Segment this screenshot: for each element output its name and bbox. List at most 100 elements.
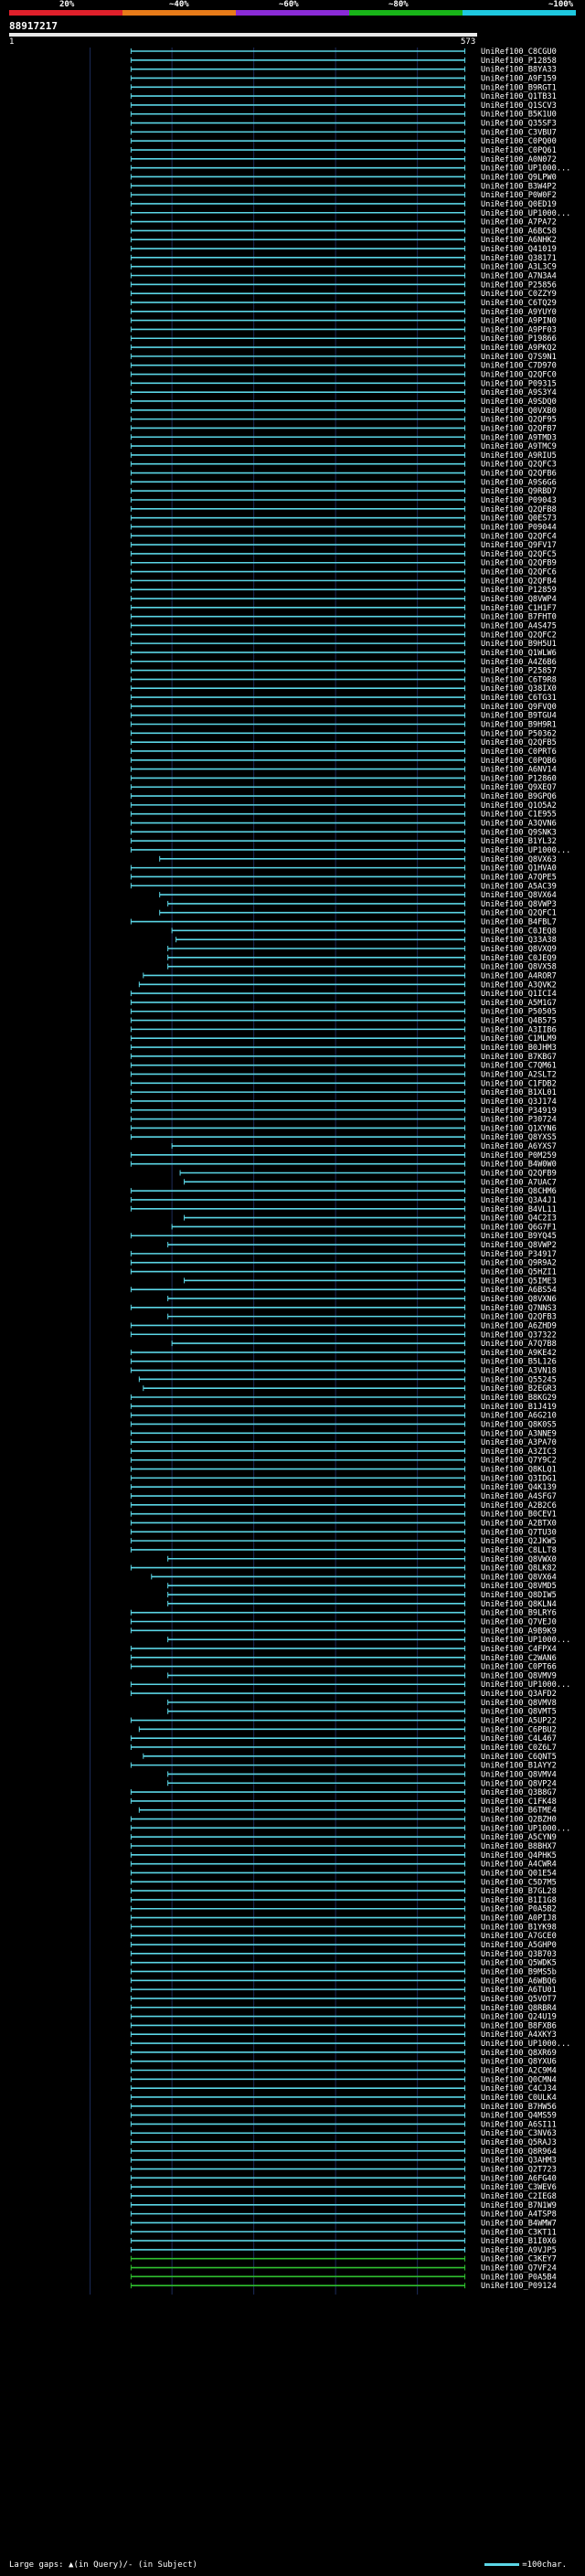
hit-label[interactable]: UniRef100_Q7NNS3 — [481, 1304, 557, 1313]
hit-label[interactable]: UniRef100_B9RGT1 — [481, 83, 557, 92]
hit-label[interactable]: UniRef100_Q8RBR4 — [481, 2004, 557, 2013]
hit-row[interactable]: UniRef100_Q8KLN4 — [167, 1600, 557, 1609]
hit-row[interactable]: UniRef100_A4CWR4 — [130, 1860, 557, 1870]
hit-row[interactable]: UniRef100_C0PRT6 — [130, 747, 557, 757]
hit-row[interactable]: UniRef100_B1J419 — [130, 1403, 557, 1412]
hit-label[interactable]: UniRef100_Q2QFC1 — [481, 909, 557, 918]
hit-row[interactable]: UniRef100_Q24U19 — [130, 2013, 557, 2022]
hit-label[interactable]: UniRef100_Q8VWP4 — [481, 595, 557, 604]
hit-label[interactable]: UniRef100_A3QVN6 — [481, 820, 557, 829]
hit-label[interactable]: UniRef100_A7GCE0 — [481, 1932, 557, 1941]
hit-row[interactable]: UniRef100_C6PBU2 — [138, 1725, 557, 1734]
hit-row[interactable]: UniRef100_Q3AFD2 — [130, 1690, 557, 1699]
hit-label[interactable]: UniRef100_Q8VX64 — [481, 1573, 557, 1582]
hit-label[interactable]: UniRef100_Q0CMN4 — [481, 2075, 557, 2084]
hit-row[interactable]: UniRef100_Q0VXB0 — [130, 407, 557, 416]
hit-row[interactable]: UniRef100_P09124 — [130, 2282, 557, 2291]
hit-row[interactable]: UniRef100_Q0CMN4 — [130, 2075, 557, 2084]
hit-row[interactable]: UniRef100_A2C9M4 — [130, 2067, 557, 2076]
hit-row[interactable]: UniRef100_Q8RBR4 — [130, 2004, 557, 2013]
hit-label[interactable]: UniRef100_A0PIJ8 — [481, 1914, 557, 1924]
hit-row[interactable]: UniRef100_Q8VMV4 — [167, 1770, 557, 1779]
hit-row[interactable]: UniRef100_Q2QFC1 — [159, 909, 557, 918]
hit-row[interactable]: UniRef100_A9PF03 — [130, 325, 557, 334]
hit-label[interactable]: UniRef100_Q5HZI1 — [481, 1268, 557, 1277]
hit-label[interactable]: UniRef100_Q55245 — [481, 1375, 557, 1384]
hit-label[interactable]: UniRef100_B6TME4 — [481, 1807, 557, 1816]
hit-label[interactable]: UniRef100_Q2T723 — [481, 2166, 557, 2175]
hit-row[interactable]: UniRef100_A4ROR7 — [143, 971, 557, 981]
hit-row[interactable]: UniRef100_Q8VMV8 — [167, 1699, 557, 1708]
hit-label[interactable]: UniRef100_P30724 — [481, 1116, 557, 1125]
hit-row[interactable]: UniRef100_Q3J174 — [130, 1097, 557, 1107]
hit-row[interactable]: UniRef100_B7HW56 — [130, 2103, 557, 2112]
hit-row[interactable]: UniRef100_C6T9R8 — [130, 675, 557, 684]
hit-row[interactable]: UniRef100_A7PA72 — [130, 218, 557, 228]
hit-row[interactable]: UniRef100_A6BC58 — [130, 227, 557, 236]
hit-row[interactable]: UniRef100_B7N1W9 — [130, 2201, 557, 2210]
hit-row[interactable]: UniRef100_C5D7M5 — [130, 1878, 557, 1887]
hit-label[interactable]: UniRef100_Q8K0S5 — [481, 1420, 557, 1429]
hit-label[interactable]: UniRef100_P50362 — [481, 729, 557, 738]
hit-row[interactable]: UniRef100_P0W0F2 — [130, 191, 557, 200]
hit-row[interactable]: UniRef100_C1FK48 — [130, 1797, 557, 1807]
hit-row[interactable]: UniRef100_Q3B703 — [130, 1950, 557, 1959]
hit-label[interactable]: UniRef100_Q8YXU6 — [481, 2058, 557, 2067]
hit-label[interactable]: UniRef100_Q2QFB4 — [481, 577, 557, 586]
hit-label[interactable]: UniRef100_Q7S9N1 — [481, 353, 557, 362]
hit-label[interactable]: UniRef100_Q41019 — [481, 245, 557, 254]
hit-row[interactable]: UniRef100_Q5RAJ3 — [130, 2138, 557, 2147]
hit-row[interactable]: UniRef100_Q35SF3 — [130, 120, 557, 129]
hit-row[interactable]: UniRef100_A6NV14 — [130, 766, 557, 775]
hit-label[interactable]: UniRef100_Q8VP24 — [481, 1779, 557, 1788]
hit-label[interactable]: UniRef100_Q2QFC2 — [481, 631, 557, 640]
hit-label[interactable]: UniRef100_A5CYN9 — [481, 1833, 557, 1842]
hit-row[interactable]: UniRef100_Q2JKW5 — [130, 1537, 557, 1546]
hit-row[interactable]: UniRef100_C1H1F7 — [130, 604, 557, 613]
hit-row[interactable]: UniRef100_UP1000... — [130, 846, 570, 855]
hit-row[interactable]: UniRef100_Q8XR69 — [130, 2049, 557, 2058]
hit-row[interactable]: UniRef100_Q3AHM3 — [130, 2157, 557, 2166]
hit-row[interactable]: UniRef100_UP1000... — [130, 209, 570, 218]
hit-row[interactable]: UniRef100_A9S3Y4 — [130, 388, 557, 398]
hit-row[interactable]: UniRef100_C3NV63 — [130, 2129, 557, 2138]
hit-row[interactable]: UniRef100_UP1000... — [130, 1680, 570, 1690]
hit-label[interactable]: UniRef100_Q33A38 — [481, 936, 557, 945]
hit-label[interactable]: UniRef100_Q38171 — [481, 254, 557, 263]
hit-label[interactable]: UniRef100_B7HW56 — [481, 2103, 557, 2112]
hit-row[interactable]: UniRef100_B9TGU4 — [130, 712, 557, 721]
hit-row[interactable]: UniRef100_Q8VP24 — [167, 1779, 557, 1788]
hit-label[interactable]: UniRef100_A3NNE9 — [481, 1429, 557, 1438]
hit-label[interactable]: UniRef100_Q4MS59 — [481, 2112, 557, 2121]
hit-label[interactable]: UniRef100_B7FHT0 — [481, 613, 557, 622]
hit-label[interactable]: UniRef100_Q3AHM3 — [481, 2157, 557, 2166]
hit-label[interactable]: UniRef100_B0JHM3 — [481, 1044, 557, 1053]
hit-label[interactable]: UniRef100_C3KT11 — [481, 2228, 557, 2237]
hit-label[interactable]: UniRef100_P34917 — [481, 1250, 557, 1259]
hit-label[interactable]: UniRef100_A7QPE5 — [481, 873, 557, 882]
hit-label[interactable]: UniRef100_B4FBL7 — [481, 918, 557, 928]
hit-label[interactable]: UniRef100_Q5IME3 — [481, 1277, 557, 1286]
hit-label[interactable]: UniRef100_Q9R9A2 — [481, 1259, 557, 1268]
hit-label[interactable]: UniRef100_Q8VXQ9 — [481, 945, 557, 954]
hit-label[interactable]: UniRef100_A6TU01 — [481, 1986, 557, 1995]
hit-label[interactable]: UniRef100_A5AC39 — [481, 882, 557, 891]
hit-row[interactable]: UniRef100_Q8YXU6 — [130, 2058, 557, 2067]
hit-row[interactable]: UniRef100_C2IEG8 — [130, 2192, 557, 2201]
hit-label[interactable]: UniRef100_Q2BZH0 — [481, 1816, 557, 1825]
hit-label[interactable]: UniRef100_B5L126 — [481, 1358, 557, 1367]
hit-label[interactable]: UniRef100_UP1000... — [481, 2040, 570, 2049]
hit-row[interactable]: UniRef100_B9MS5b — [130, 1967, 557, 1977]
hit-row[interactable]: UniRef100_Q2QFC3 — [130, 461, 557, 470]
hit-row[interactable]: UniRef100_A6FG40 — [130, 2174, 557, 2183]
hit-label[interactable]: UniRef100_C4L467 — [481, 1734, 557, 1744]
hit-label[interactable]: UniRef100_Q4K139 — [481, 1483, 557, 1492]
hit-label[interactable]: UniRef100_P25856 — [481, 281, 557, 290]
hit-label[interactable]: UniRef100_Q2QFB5 — [481, 738, 557, 747]
hit-label[interactable]: UniRef100_B9YQ45 — [481, 1232, 557, 1241]
hit-label[interactable]: UniRef100_A4Z6B6 — [481, 658, 557, 667]
hit-label[interactable]: UniRef100_P09044 — [481, 523, 557, 532]
hit-label[interactable]: UniRef100_A6BC58 — [481, 227, 557, 236]
hit-row[interactable]: UniRef100_A3NNE9 — [130, 1429, 557, 1438]
hit-label[interactable]: UniRef100_Q5RAJ3 — [481, 2138, 557, 2147]
